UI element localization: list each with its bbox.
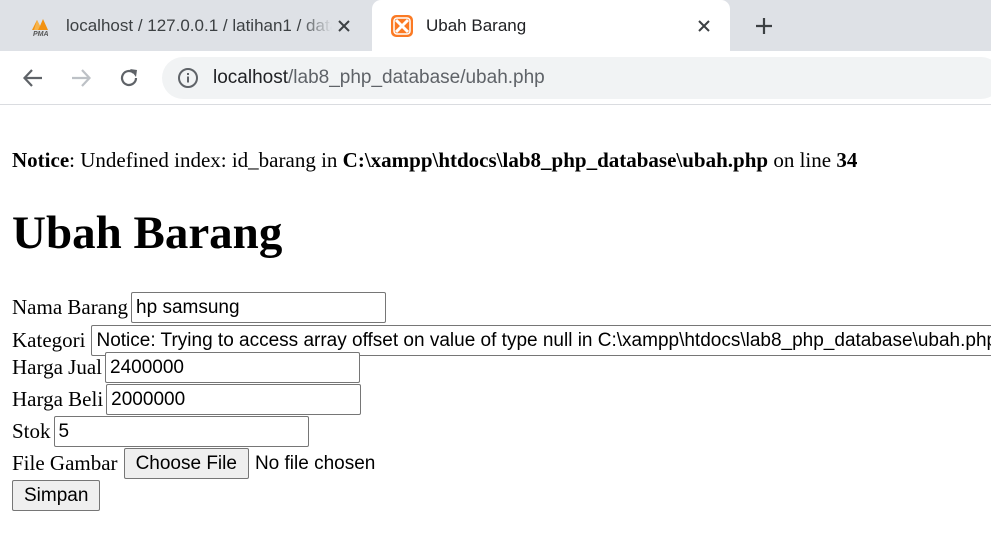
xampp-icon bbox=[390, 14, 414, 38]
address-bar[interactable]: localhost/lab8_php_database/ubah.php bbox=[162, 57, 991, 99]
reload-icon bbox=[120, 69, 138, 87]
nama-label: Nama Barang bbox=[12, 295, 129, 319]
close-tab-icon[interactable] bbox=[332, 14, 356, 38]
form-row-stok: Stok bbox=[12, 416, 309, 447]
tab-strip: PMA localhost / 127.0.0.1 / latihan1 / d… bbox=[0, 0, 991, 51]
harga-beli-label: Harga Beli bbox=[12, 387, 104, 411]
form-row-harga-jual: Harga Jual bbox=[12, 352, 360, 383]
stok-label: Stok bbox=[12, 419, 51, 443]
notice-message: : Undefined index: id_barang in bbox=[69, 148, 343, 172]
info-icon[interactable] bbox=[176, 66, 200, 90]
back-button[interactable] bbox=[20, 65, 46, 91]
form-row-nama: Nama Barang bbox=[12, 292, 387, 323]
simpan-button[interactable]: Simpan bbox=[12, 480, 101, 511]
url-path: /lab8_php_database/ubah.php bbox=[288, 67, 545, 88]
choose-file-button[interactable]: Choose File bbox=[123, 448, 249, 479]
svg-text:PMA: PMA bbox=[33, 31, 49, 38]
tab-title: Ubah Barang bbox=[426, 15, 527, 35]
tab-title: localhost / 127.0.0.1 / latihan1 / data_… bbox=[66, 15, 332, 35]
plus-icon bbox=[756, 18, 772, 34]
reload-button[interactable] bbox=[116, 65, 142, 91]
tab-ubah-barang[interactable]: Ubah Barang bbox=[372, 0, 730, 51]
notice-file: C:\xampp\htdocs\lab8_php_database\ubah.p… bbox=[342, 148, 769, 172]
arrow-right-icon bbox=[72, 69, 92, 87]
php-notice: Notice: Undefined index: id_barang in C:… bbox=[12, 148, 857, 173]
phpmyadmin-icon: PMA bbox=[30, 14, 54, 38]
notice-line-number: 34 bbox=[836, 148, 858, 172]
harga-beli-input[interactable] bbox=[106, 384, 362, 415]
page-title: Ubah Barang bbox=[12, 207, 283, 259]
file-status: No file chosen bbox=[254, 452, 376, 474]
tab-phpmyadmin[interactable]: PMA localhost / 127.0.0.1 / latihan1 / d… bbox=[0, 0, 370, 51]
harga-jual-label: Harga Jual bbox=[12, 355, 102, 379]
nama-input[interactable] bbox=[131, 292, 387, 323]
url-text: localhost/lab8_php_database/ubah.php bbox=[213, 67, 545, 89]
harga-jual-input[interactable] bbox=[105, 352, 360, 383]
close-tab-icon[interactable] bbox=[692, 14, 716, 38]
new-tab-button[interactable] bbox=[750, 12, 778, 40]
gambar-label: File Gambar bbox=[12, 451, 118, 475]
kategori-label: Kategori bbox=[12, 328, 86, 352]
forward-button[interactable] bbox=[68, 65, 94, 91]
form-row-gambar: File Gambar Choose File No file chosen bbox=[12, 448, 375, 479]
browser-toolbar: localhost/lab8_php_database/ubah.php bbox=[0, 51, 991, 105]
form-row-submit: Simpan bbox=[12, 480, 101, 511]
notice-line-text: on line bbox=[768, 148, 837, 172]
form-row-harga-beli: Harga Beli bbox=[12, 384, 362, 415]
url-host: localhost bbox=[213, 67, 288, 88]
notice-label: Notice bbox=[12, 148, 70, 172]
arrow-left-icon bbox=[22, 69, 42, 87]
stok-input[interactable] bbox=[53, 416, 309, 447]
